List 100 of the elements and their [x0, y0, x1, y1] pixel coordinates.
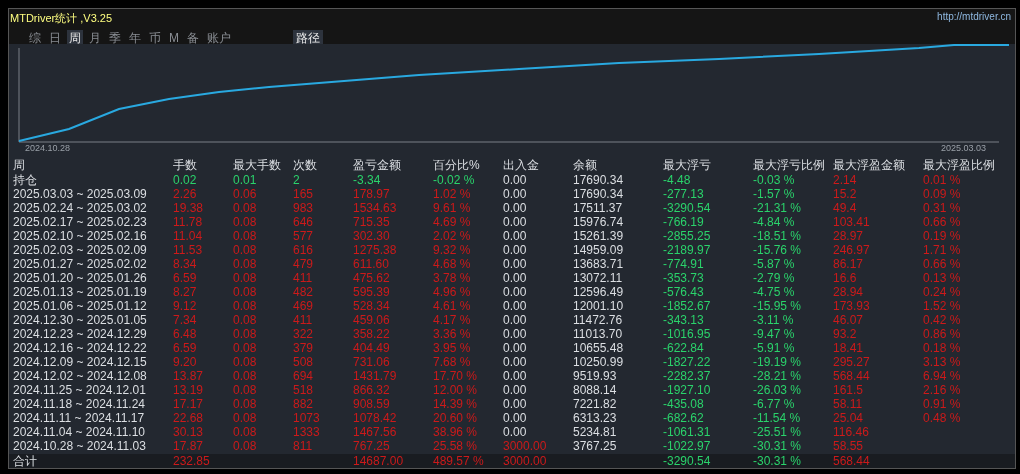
- tab[interactable]: 币: [147, 30, 163, 46]
- table-cell: 479: [293, 257, 314, 271]
- table-cell: 14.39 %: [433, 397, 478, 411]
- table-cell: 0.01: [233, 173, 257, 187]
- table-cell: 1333: [293, 425, 320, 439]
- row-label: 2024.12.02 ~ 2024.12.08: [13, 369, 147, 383]
- row-label: 2024.11.04 ~ 2024.11.10: [13, 425, 145, 439]
- table-cell: 518: [293, 383, 314, 397]
- table-cell: 0.08: [233, 257, 257, 271]
- table-cell: 0.00: [503, 411, 527, 425]
- table-cell: -30.31 %: [753, 439, 802, 453]
- table-cell: 0.66 %: [923, 257, 961, 271]
- row-label: 2025.01.20 ~ 2025.01.26: [13, 271, 147, 285]
- table-cell: 715.35: [353, 215, 390, 229]
- table-cell: 0.00: [503, 229, 527, 243]
- column-header: 次数: [293, 158, 317, 173]
- table-cell: 178.97: [353, 187, 390, 201]
- table-cell: 508: [293, 355, 314, 369]
- column-header: 最大浮亏: [663, 158, 711, 173]
- table-cell: 0.08: [233, 313, 257, 327]
- table-cell: -2189.97: [663, 243, 711, 257]
- table-cell: 0.02: [173, 173, 197, 187]
- table-cell: -11.54 %: [753, 411, 801, 425]
- tab[interactable]: 账户: [205, 30, 233, 46]
- table-cell: -25.51 %: [753, 425, 802, 439]
- table-cell: 1534.63: [353, 201, 397, 215]
- table-cell: 9.32 %: [433, 243, 471, 257]
- table-cell: 14687.00: [353, 454, 404, 468]
- table-cell: 0.66 %: [923, 215, 961, 229]
- row-label: 2025.02.24 ~ 2025.03.02: [13, 201, 147, 215]
- row-label: 持仓: [13, 173, 37, 187]
- table-cell: 482: [293, 285, 314, 299]
- table-cell: 17690.34: [573, 173, 624, 187]
- table-cell: 0.08: [233, 439, 257, 453]
- tab[interactable]: 年: [127, 30, 143, 46]
- table-cell: -576.43: [663, 285, 704, 299]
- table-cell: 3.13 %: [923, 355, 961, 369]
- table-cell: 6.48: [173, 327, 197, 341]
- tab[interactable]: 日: [47, 30, 63, 46]
- table-cell: 9519.93: [573, 369, 617, 383]
- table-cell: 379: [293, 341, 314, 355]
- table-cell: 22.68: [173, 411, 204, 425]
- table-cell: 3.36 %: [433, 327, 471, 341]
- table-cell: 302.30: [353, 229, 390, 243]
- table-cell: 295.27: [833, 355, 870, 369]
- table-cell: -435.08: [663, 397, 704, 411]
- table-cell: 0.48 %: [923, 411, 961, 425]
- table-cell: 16.6: [833, 271, 857, 285]
- table-cell: 15.2: [833, 187, 857, 201]
- date-label: 2025.03.03: [941, 143, 987, 153]
- table-cell: 8.34: [173, 257, 197, 271]
- table-cell: 0.09 %: [923, 187, 961, 201]
- tab[interactable]: 月: [87, 30, 103, 46]
- row-label: 2025.02.03 ~ 2025.02.09: [13, 243, 147, 257]
- column-header: 最大手数: [233, 158, 281, 173]
- table-cell: 19.38: [173, 201, 204, 215]
- table-cell: -1927.10: [663, 383, 711, 397]
- column-header: 最大浮亏比例: [753, 158, 825, 173]
- table-cell: 0.00: [503, 383, 527, 397]
- tab[interactable]: 备: [185, 30, 201, 46]
- table-cell: 28.97: [833, 229, 864, 243]
- table-cell: 173.93: [833, 299, 870, 313]
- table-cell: -1.57 %: [753, 187, 795, 201]
- tab[interactable]: 综: [27, 30, 43, 46]
- table-cell: 3000.00: [503, 454, 547, 468]
- table-cell: -4.84 %: [753, 215, 795, 229]
- table-cell: 0.00: [503, 187, 527, 201]
- table-cell: -21.31 %: [753, 201, 802, 215]
- table-cell: 0.86 %: [923, 327, 961, 341]
- table-cell: 13683.71: [573, 257, 624, 271]
- table-cell: 9.20: [173, 355, 197, 369]
- table-cell: 489.57 %: [433, 454, 484, 468]
- tab[interactable]: M: [167, 30, 181, 46]
- table-cell: 28.94: [833, 285, 864, 299]
- table-cell: 17.17: [173, 397, 204, 411]
- row-label: 2025.02.17 ~ 2025.02.23: [13, 215, 147, 229]
- table-cell: 11013.70: [573, 327, 623, 341]
- url-link[interactable]: http://mtdriver.cn: [937, 11, 1011, 25]
- row-label: 2025.01.13 ~ 2025.01.19: [13, 285, 147, 299]
- table-cell: 1467.56: [353, 425, 397, 439]
- table-cell: 25.04: [833, 411, 864, 425]
- table-cell: 49.4: [833, 201, 857, 215]
- table-cell: 13072.11: [573, 271, 623, 285]
- table-cell: 358.22: [353, 327, 390, 341]
- table-cell: 811: [293, 439, 313, 453]
- table-cell: 1275.38: [353, 243, 397, 257]
- column-header: 周: [13, 158, 25, 173]
- tab[interactable]: 季: [107, 30, 123, 46]
- table-cell: -353.73: [663, 271, 704, 285]
- table-cell: -1827.22: [663, 355, 711, 369]
- row-label: 2024.12.23 ~ 2024.12.29: [13, 327, 147, 341]
- table-cell: 116.46: [833, 425, 869, 439]
- table-cell: -277.13: [663, 187, 704, 201]
- table-cell: 0.00: [503, 341, 527, 355]
- table-cell: 5234.81: [573, 425, 617, 439]
- table-cell: 17.87: [173, 439, 204, 453]
- table-cell: 568.44: [833, 369, 870, 383]
- table-cell: 0.01 %: [923, 173, 961, 187]
- table-cell: 7221.82: [573, 397, 617, 411]
- column-header: 盈亏金额: [353, 158, 401, 173]
